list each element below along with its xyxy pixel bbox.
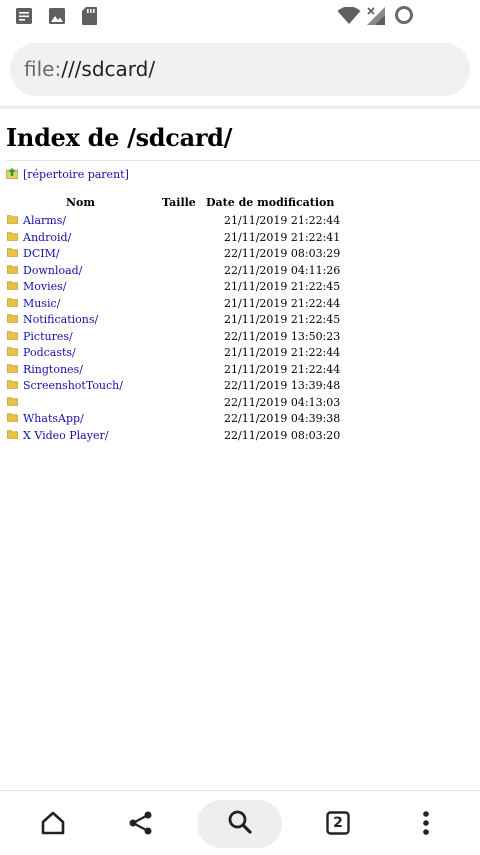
modified-date: 22/11/2019 08:03:20 [224, 428, 341, 442]
folder-link[interactable]: Podcasts/ [23, 346, 76, 359]
modified-date: 22/11/2019 13:39:48 [224, 379, 341, 392]
modified-date: 21/11/2019 21:22:44 [224, 346, 341, 359]
table-row: DCIM/22/11/2019 08:03:29 [6, 246, 480, 262]
page-title: Index de /sdcard/ [6, 123, 233, 152]
folder-icon [7, 231, 18, 241]
signal-no-service-icon [366, 6, 386, 30]
wifi-icon [337, 6, 361, 29]
sd-card-icon [80, 6, 98, 30]
folder-icon [7, 429, 18, 439]
folder-link[interactable]: Download/ [23, 264, 82, 277]
up-arrow-icon [6, 167, 18, 179]
folder-link[interactable]: X Video Player/ [23, 429, 108, 442]
table-row: Pictures/22/11/2019 13:50:23 [6, 329, 480, 345]
folder-icon [7, 247, 18, 257]
tabs-icon: 2 [326, 811, 350, 835]
table-row: Music/21/11/2019 21:22:44 [6, 296, 480, 312]
share-button[interactable] [101, 791, 181, 855]
modified-date: 21/11/2019 21:22:45 [224, 313, 341, 326]
url-path: ///sdcard/ [61, 57, 156, 81]
folder-link[interactable]: Movies/ [23, 280, 66, 293]
modified-date: 22/11/2019 08:03:29 [224, 247, 341, 260]
parent-directory-link[interactable]: [répertoire parent] [23, 168, 129, 181]
column-header-name: Nom [66, 196, 96, 209]
table-row: Android/21/11/2019 21:22:41 [6, 230, 480, 246]
url-scheme: file: [24, 57, 62, 81]
url-bar[interactable]: file:///sdcard/ [10, 43, 470, 96]
folder-icon [7, 297, 18, 307]
table-row: Ringtones/21/11/2019 21:22:44 [6, 362, 480, 378]
folder-icon [7, 313, 18, 323]
modified-date: 22/11/2019 04:11:26 [224, 263, 341, 277]
home-button[interactable] [13, 791, 93, 855]
folder-icon [7, 330, 18, 340]
folder-link[interactable]: ScreenshotTouch/ [23, 379, 123, 392]
divider [6, 160, 480, 161]
status-bar [0, 0, 480, 32]
image-icon [47, 6, 67, 30]
url-text[interactable]: file:///sdcard/ [24, 57, 155, 81]
table-row: Podcasts/21/11/2019 21:22:44 [6, 345, 480, 361]
tab-count: 2 [333, 815, 343, 831]
modified-date: 21/11/2019 21:22:44 [224, 296, 341, 310]
modified-date: 21/11/2019 21:22:44 [224, 214, 341, 227]
modified-date: 21/11/2019 21:22:45 [224, 280, 341, 293]
folder-link[interactable]: Notifications/ [23, 313, 98, 326]
toolbar: file:///sdcard/ [0, 32, 480, 106]
table-row: Notifications/21/11/2019 21:22:45 [6, 312, 480, 328]
folder-link[interactable]: Android/ [23, 231, 71, 244]
table-row: ScreenshotTouch/22/11/2019 13:39:48 [6, 378, 480, 394]
more-options-button[interactable] [386, 791, 466, 855]
folder-link[interactable]: Music/ [23, 297, 60, 310]
table-row: WhatsApp/22/11/2019 04:39:38 [6, 411, 480, 427]
folder-icon [7, 280, 18, 290]
table-row: Download/22/11/2019 04:11:26 [6, 263, 480, 279]
column-header-size: Taille [162, 196, 196, 209]
table-row: Alarms/21/11/2019 21:22:44 [6, 213, 480, 229]
folder-link[interactable]: DCIM/ [23, 247, 60, 260]
folder-link[interactable]: Alarms/ [23, 214, 66, 227]
tabs-button[interactable]: 2 [298, 791, 378, 855]
modified-date: 22/11/2019 04:39:38 [224, 412, 341, 425]
bottom-nav: 2 [0, 790, 480, 855]
modified-date: 21/11/2019 21:22:44 [224, 362, 341, 376]
search-button[interactable] [197, 800, 282, 848]
modified-date: 22/11/2019 13:50:23 [224, 329, 341, 343]
modified-date: 21/11/2019 21:22:41 [224, 230, 341, 244]
table-row: X Video Player/22/11/2019 08:03:20 [6, 428, 480, 444]
folder-link[interactable]: Pictures/ [23, 330, 73, 343]
folder-icon [7, 363, 18, 373]
search-icon [226, 808, 254, 840]
table-row: 22/11/2019 04:13:03 [6, 395, 480, 411]
folder-link[interactable]: WhatsApp/ [23, 412, 84, 425]
notes-icon [14, 6, 34, 30]
folder-icon [7, 346, 18, 356]
folder-icon [7, 264, 18, 274]
folder-icon [7, 412, 18, 422]
folder-icon [7, 396, 18, 406]
table-row: Movies/21/11/2019 21:22:45 [6, 279, 480, 295]
modified-date: 22/11/2019 04:13:03 [224, 395, 341, 409]
folder-icon [7, 214, 18, 224]
battery-ring-icon [394, 5, 414, 29]
column-header-date: Date de modification [206, 196, 335, 209]
folder-link[interactable]: Ringtones/ [23, 363, 83, 376]
folder-icon [7, 379, 18, 389]
